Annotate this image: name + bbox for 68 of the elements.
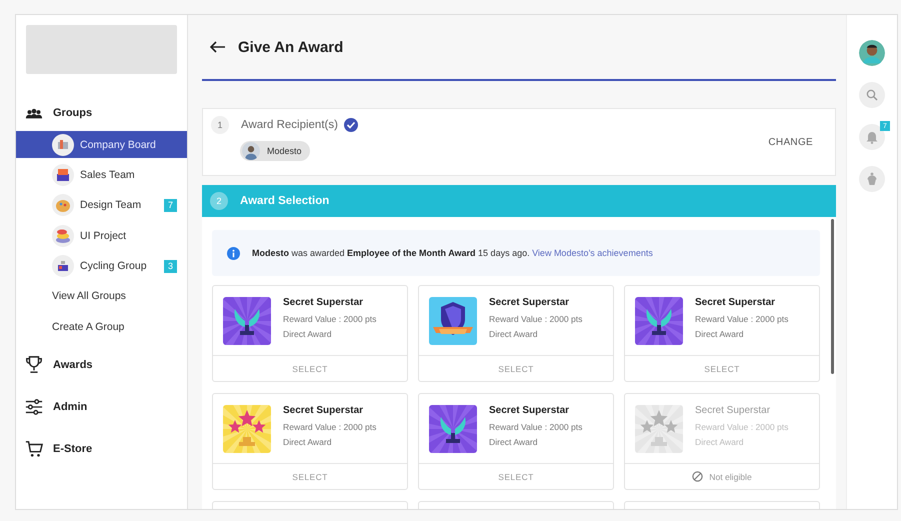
- group-avatar-icon: [52, 255, 74, 278]
- step-number: 1: [211, 116, 229, 134]
- group-avatar-icon: [52, 194, 74, 216]
- info-icon: [227, 246, 240, 260]
- group-item[interactable]: View All Groups: [16, 282, 187, 310]
- search-button[interactable]: [859, 82, 885, 108]
- back-button[interactable]: [208, 39, 228, 55]
- count-badge: 7: [164, 198, 177, 212]
- group-item[interactable]: Create A Group: [16, 313, 187, 340]
- group-item[interactable]: Cycling Group 3: [16, 252, 187, 280]
- achievements-link[interactable]: View Modesto’s achievements: [532, 248, 653, 258]
- recipient-chip: Modesto: [240, 141, 310, 161]
- notifications-button[interactable]: [859, 124, 885, 150]
- cupcake-icon: [866, 172, 878, 186]
- nav-section-label[interactable]: Awards: [53, 358, 93, 371]
- group-avatar-icon: [52, 224, 74, 247]
- winged-trophy-icon: [223, 296, 271, 344]
- group-item[interactable]: UI Project: [16, 222, 187, 250]
- award-type: Direct Award: [283, 437, 333, 447]
- award-type: Direct Award: [695, 329, 745, 339]
- rewards-button[interactable]: [859, 166, 885, 192]
- trophy-icon: [25, 356, 43, 374]
- info-message: Modesto was awarded Employee of the Month Award 15 days ago. View Modesto’s achievements: [252, 248, 653, 258]
- award-value: Reward Value : 2000 pts: [283, 422, 376, 432]
- step-title: Award Selection: [240, 195, 330, 207]
- scrollbar[interactable]: [831, 219, 834, 374]
- award-value: Reward Value : 2000 pts: [489, 422, 582, 432]
- group-avatar-icon: [52, 164, 74, 186]
- stars-trophy-icon: [223, 404, 271, 452]
- not-eligible-label: Not eligible: [709, 472, 752, 482]
- avatar-icon: [242, 142, 260, 160]
- bell-icon: [866, 130, 878, 144]
- award-type: Direct Award: [489, 329, 539, 339]
- count-badge: 3: [164, 260, 177, 273]
- stars-trophy-icon: [635, 404, 683, 452]
- award-value: Reward Value : 2000 pts: [283, 314, 376, 324]
- award-type: Direct Award: [489, 437, 539, 447]
- award-type: Direct Award: [283, 329, 333, 339]
- award-title: Secret Superstar: [283, 405, 364, 416]
- user-avatar-icon: [859, 40, 885, 66]
- award-title: Secret Superstar: [489, 405, 570, 416]
- award-value: Reward Value : 2000 pts: [695, 314, 788, 324]
- nav-section-label[interactable]: E-Store: [53, 442, 92, 455]
- group-item[interactable]: Sales Team: [16, 161, 187, 188]
- winged-trophy-icon: [635, 296, 683, 344]
- award-type: Direct Award: [695, 437, 745, 447]
- change-button[interactable]: CHANGE: [762, 136, 819, 149]
- winged-trophy-icon: [429, 404, 477, 452]
- group-item[interactable]: Company Board: [16, 131, 187, 158]
- award-title: Secret Superstar: [489, 297, 570, 308]
- award-value: Reward Value : 2000 pts: [489, 314, 582, 324]
- group-item[interactable]: Design Team 7: [16, 192, 187, 219]
- search-icon: [866, 89, 878, 101]
- shield-ribbon-icon: [429, 296, 477, 344]
- award-title: Secret Superstar: [695, 297, 776, 308]
- page-title: Give An Award: [238, 38, 344, 56]
- group-avatar-icon: [52, 134, 74, 156]
- award-title: Secret Superstar: [283, 297, 364, 308]
- award-value: Reward Value : 2000 pts: [695, 422, 788, 432]
- back-arrow-icon: [210, 41, 226, 53]
- nav-section-label[interactable]: Admin: [53, 400, 88, 413]
- step-title: Award Recipient(s): [241, 119, 338, 131]
- nav-section-label[interactable]: Groups: [53, 107, 92, 119]
- award-title: Secret Superstar: [695, 405, 772, 416]
- sliders-icon: [25, 398, 43, 416]
- cart-icon: [25, 440, 43, 458]
- blocked-icon: [692, 471, 704, 482]
- step-number: 2: [210, 192, 228, 210]
